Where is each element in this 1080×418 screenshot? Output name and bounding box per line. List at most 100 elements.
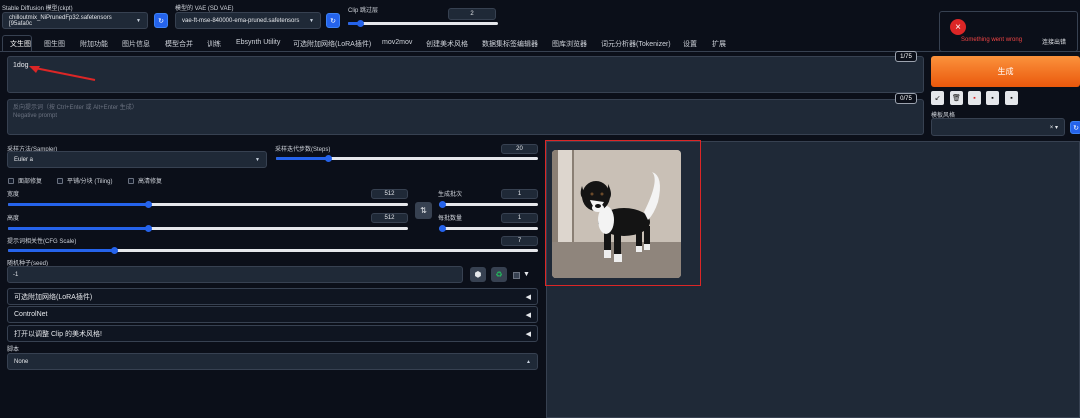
save-style-button[interactable]: ▪ [1005,91,1018,105]
steps-value[interactable]: 20 [501,144,538,154]
caret-down-icon: ▲ [526,358,531,365]
sampler-select[interactable]: Euler a ▼ [7,151,267,168]
cfg-label: 提示词相关性(CFG Scale) [7,239,77,245]
chevron-down-icon: ▼ [136,17,141,24]
refresh-icon: ↻ [1073,124,1079,132]
steps-slider[interactable] [276,155,538,162]
prompt-token-counter: 1/75 [895,51,917,62]
clear-icon[interactable]: × [1050,125,1054,131]
error-message: Something went wrong [961,37,1023,43]
steps-label: 采样迭代步数(Steps) [275,147,331,153]
cfg-value[interactable]: 7 [501,236,538,246]
height-label: 高度 [7,216,20,222]
tab-2[interactable]: 附加功能 [80,39,108,49]
tab-14[interactable]: 扩展 [712,39,726,49]
tab-10[interactable]: 数据集标签编辑器 [482,39,538,49]
negative-prompt-placeholder: 反向提示词（按 Ctrl+Enter 或 Alt+Enter 生成） Negat… [13,105,138,119]
batch-count-slider[interactable] [439,201,538,208]
width-value[interactable]: 512 [371,189,408,199]
annotation-arrow-icon [29,66,96,81]
checkbox-icon [57,178,63,185]
accordion-clip-style[interactable]: 打开以调整 Clip 的美术风格! ◀ [7,325,538,342]
generate-button[interactable]: 生成 [931,56,1080,87]
tab-3[interactable]: 图片信息 [122,39,150,49]
height-value[interactable]: 512 [371,213,408,223]
ckpt-select[interactable]: chilloutmix_NiPrunedFp32.safetensors [95… [2,12,148,29]
script-label: 脚本 [7,347,20,353]
generated-image[interactable] [552,150,681,278]
ckpt-refresh-button[interactable]: ↻ [154,13,168,28]
batch-size-slider[interactable] [439,225,538,232]
style-refresh-button[interactable]: ↻ [1070,121,1080,134]
extra-networks-button[interactable]: ▪ [968,91,981,105]
recycle-icon: ♻ [495,270,503,279]
caret-down-icon: ▼ [523,271,530,278]
tab-7[interactable]: 可选附加网络(LoRA插件) [293,39,371,49]
chevron-down-icon: ▼ [255,156,260,163]
cfg-slider[interactable] [8,247,538,254]
tab-8[interactable]: mov2mov [382,39,412,46]
seed-input[interactable]: -1 [7,266,463,283]
tab-11[interactable]: 图库浏览器 [552,39,587,49]
tab-4[interactable]: 模型合并 [165,39,193,49]
accordion-lora[interactable]: 可选附加网络(LoRA插件) ◀ [7,288,538,305]
extra-seed-checkbox[interactable] [513,272,520,279]
reuse-seed-button[interactable]: ♻ [491,267,507,282]
tab-5[interactable]: 训练 [207,39,221,49]
vae-label: 模型的 VAE (SD VAE) [175,6,234,12]
accordion-controlnet[interactable]: ControlNet ◀ [7,306,538,323]
error-icon: × [950,19,966,35]
error-toast: × Something went wrong 连接出错 [939,11,1078,52]
tiling-checkbox[interactable]: 平铺/分块 (Tiling) [57,176,112,185]
hires-fix-checkbox[interactable]: 高清修复 [128,176,162,185]
width-slider[interactable] [8,201,408,208]
face-restore-checkbox[interactable]: 面部修复 [8,176,42,185]
error-detail[interactable]: 连接出错 [1042,37,1066,46]
negative-prompt-input[interactable]: 反向提示词（按 Ctrl+Enter 或 Alt+Enter 生成） Negat… [7,99,924,135]
swap-icon: ⇅ [420,206,427,215]
checkbox-icon [128,178,134,185]
ckpt-label: Stable Diffusion 模型(ckpt) [2,6,73,12]
triangle-left-icon: ◀ [525,330,531,338]
tab-0[interactable]: 文生图 [10,39,31,49]
height-slider[interactable] [8,225,408,232]
refresh-icon: ↻ [330,17,336,25]
clip-skip-value[interactable]: 2 [448,8,496,20]
card-icon: ▪ [973,94,976,102]
dice-icon: ⬢ [474,270,482,279]
swap-dimensions-button[interactable]: ⇅ [415,202,432,219]
tab-9[interactable]: 创建美术风格 [426,39,468,49]
negative-token-counter: 0/75 [895,93,917,104]
triangle-left-icon: ◀ [525,311,531,319]
style-select[interactable]: × ▾ [931,118,1065,136]
chevron-down-icon: ▼ [309,17,314,24]
read-params-button[interactable]: ↙ [931,91,944,105]
trash-icon: 🗑 [952,95,961,102]
clip-skip-label: Clip 跳过层 [348,8,379,14]
prompt-input[interactable]: 1dog [7,56,924,93]
vae-select[interactable]: vae-ft-mse-840000-ema-pruned.safetensors… [175,12,321,29]
batch-count-label: 生成批次 [438,192,463,198]
tab-1[interactable]: 图生图 [44,39,65,49]
chevron-down-icon: ▾ [1054,124,1058,131]
triangle-left-icon: ◀ [525,293,531,301]
tab-6[interactable]: Ebsynth Utility [236,39,280,46]
clip-skip-slider[interactable] [348,20,498,27]
clear-prompt-button[interactable]: 🗑 [950,91,963,105]
arrow-icon: ↙ [934,95,941,102]
width-label: 宽度 [7,192,20,198]
random-seed-button[interactable]: ⬢ [470,267,486,282]
vae-refresh-button[interactable]: ↻ [326,13,340,28]
script-select[interactable]: None ▲ [7,353,538,370]
dog-image-icon [552,150,681,278]
batch-count-value[interactable]: 1 [501,189,538,199]
clipboard-icon: ▪ [991,94,994,102]
apply-style-button[interactable]: ▪ [986,91,999,105]
tab-13[interactable]: 设置 [683,39,697,49]
batch-size-label: 每批数量 [438,216,463,222]
batch-size-value[interactable]: 1 [501,213,538,223]
save-icon: ▪ [1010,94,1013,102]
tab-divider [0,51,1080,52]
refresh-icon: ↻ [158,17,164,25]
tab-12[interactable]: 词元分析器(Tokenizer) [601,39,671,49]
